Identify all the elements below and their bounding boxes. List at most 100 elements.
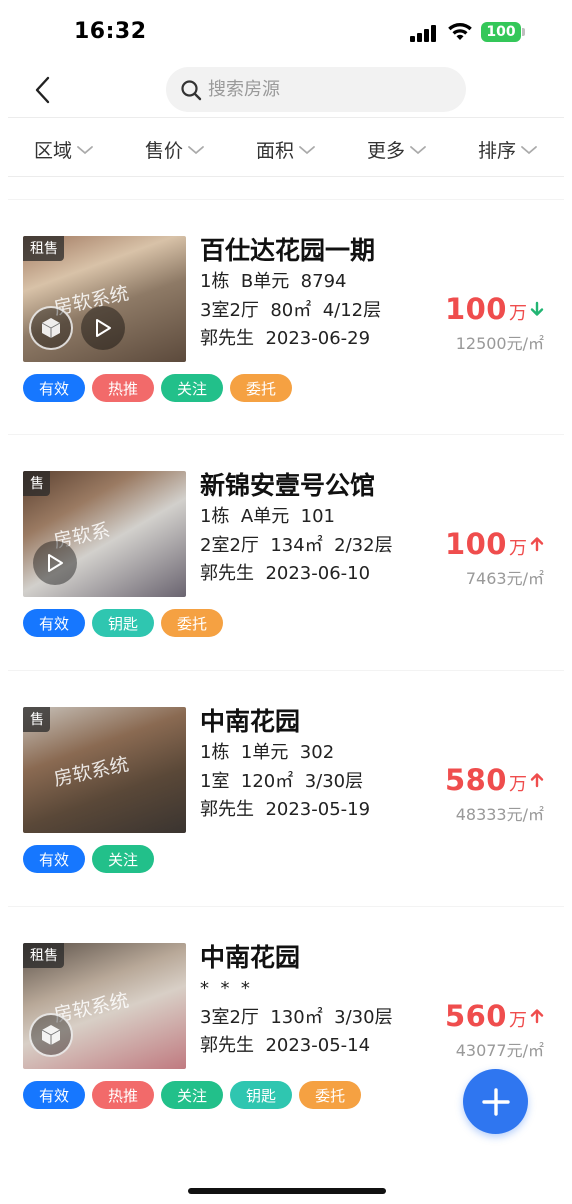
tag-hot[interactable]: 热推 xyxy=(92,1081,155,1109)
plus-icon xyxy=(481,1087,510,1116)
listing-card[interactable]: 房软系售新锦安壹号公馆 1栋 A单元 101 2室2厅 134㎡ 2/32层 郭先生 … xyxy=(0,471,572,707)
arrow-up-icon xyxy=(530,1009,544,1024)
listing-type-badge: 租售 xyxy=(23,943,64,968)
divider xyxy=(8,117,564,118)
filter-bar: 区域 售价 面积 更多 排序 xyxy=(0,120,572,176)
filter-label: 面积 xyxy=(256,140,295,162)
tag-follow[interactable]: 关注 xyxy=(161,374,224,402)
tag-valid[interactable]: 有效 xyxy=(23,374,86,402)
status-time: 16:32 xyxy=(74,19,147,44)
price-block: 100 万 12500元/㎡ xyxy=(404,292,544,354)
listing-card[interactable]: 房软系统售中南花园 1栋 1单元 302 1室 120㎡ 3/30层 郭先生 2023… xyxy=(0,707,572,943)
price-block: 100 万 7463元/㎡ xyxy=(404,527,544,589)
divider xyxy=(8,176,564,177)
price-value: 580 xyxy=(444,763,507,797)
listing-tags: 有效 关注 xyxy=(23,845,155,873)
chevron-down-icon xyxy=(188,145,204,154)
listing-separator xyxy=(8,434,564,435)
total-price: 100 万 xyxy=(404,292,544,326)
listing-title: 百仕达花园一期 xyxy=(200,236,376,265)
price-value: 560 xyxy=(444,999,507,1033)
filter-label: 排序 xyxy=(478,140,517,162)
listing-type-badge: 售 xyxy=(23,707,50,732)
price-value: 100 xyxy=(444,527,507,561)
price-unit: 万 xyxy=(509,1010,527,1031)
add-listing-button[interactable] xyxy=(463,1069,528,1134)
listing-separator xyxy=(8,670,564,671)
price-unit: 万 xyxy=(509,538,527,559)
price-unit: 万 xyxy=(509,774,527,795)
tag-key[interactable]: 钥匙 xyxy=(92,609,155,637)
listing-title: 中南花园 xyxy=(200,943,301,972)
tag-follow[interactable]: 关注 xyxy=(92,845,155,873)
listing-tags: 有效 热推 关注 钥匙 委托 xyxy=(23,1081,362,1109)
tag-entrust[interactable]: 委托 xyxy=(299,1081,362,1109)
filter-sort[interactable]: 排序 xyxy=(478,136,538,163)
listing-card[interactable]: 房软系统 租售 中南花园 * * * 3室2厅 130㎡ 3/30层 郭先生 2023-0… xyxy=(0,943,572,1179)
listing-photo[interactable]: 房软系统 租售 xyxy=(23,236,186,362)
listing-type-badge: 售 xyxy=(23,471,50,496)
chevron-left-icon xyxy=(35,76,50,104)
home-indicator xyxy=(188,1188,386,1194)
filter-region[interactable]: 区域 xyxy=(34,136,94,163)
tag-key[interactable]: 钥匙 xyxy=(230,1081,293,1109)
battery-indicator: 100 xyxy=(481,22,521,42)
chevron-down-icon xyxy=(299,145,315,154)
unit-price: 48333元/㎡ xyxy=(455,805,544,824)
tag-entrust[interactable]: 委托 xyxy=(161,609,224,637)
unit-price: 43077元/㎡ xyxy=(455,1041,544,1060)
listing-photo[interactable]: 房软系统售 xyxy=(23,707,186,833)
tag-hot[interactable]: 热推 xyxy=(92,374,155,402)
total-price: 580 万 xyxy=(404,763,544,797)
search-icon xyxy=(181,79,202,100)
listing-title: 中南花园 xyxy=(200,707,301,736)
video-play-icon[interactable] xyxy=(81,306,125,350)
battery-tip xyxy=(522,28,525,36)
listing-type-badge: 租售 xyxy=(23,236,64,261)
search-input[interactable] xyxy=(208,79,448,100)
play-icon xyxy=(96,319,111,337)
listing-tags: 有效 钥匙 委托 xyxy=(23,609,224,637)
filter-more[interactable]: 更多 xyxy=(367,136,427,163)
total-price: 100 万 xyxy=(404,527,544,561)
listing-photo[interactable]: 房软系售 xyxy=(23,471,186,597)
tag-valid[interactable]: 有效 xyxy=(23,1081,86,1109)
unit-price: 12500元/㎡ xyxy=(455,334,544,353)
back-button[interactable] xyxy=(24,70,60,110)
vr-view-icon[interactable] xyxy=(29,1013,73,1057)
listing-tags: 有效 热推 关注 委托 xyxy=(23,374,293,402)
listing-separator xyxy=(8,906,564,907)
listing-card[interactable]: 房软系统 租售 百仕达花园一期 1栋 B单元 8794 3室2厅 80㎡ 4/12层 郭先… xyxy=(0,236,572,472)
filter-area[interactable]: 面积 xyxy=(256,136,316,163)
cube-icon xyxy=(41,318,61,338)
tag-follow[interactable]: 关注 xyxy=(161,1081,224,1109)
video-play-icon[interactable] xyxy=(33,541,77,585)
filter-price[interactable]: 售价 xyxy=(145,136,205,163)
listing-photo[interactable]: 房软系统 租售 xyxy=(23,943,186,1069)
tag-entrust[interactable]: 委托 xyxy=(230,374,293,402)
arrow-up-icon xyxy=(530,537,544,552)
tag-valid[interactable]: 有效 xyxy=(23,845,86,873)
price-unit: 万 xyxy=(509,303,527,324)
filter-label: 更多 xyxy=(367,140,406,162)
chevron-down-icon xyxy=(521,145,537,154)
vr-view-icon[interactable] xyxy=(29,306,73,350)
play-icon xyxy=(48,554,63,572)
listing-separator xyxy=(8,199,564,200)
unit-price: 7463元/㎡ xyxy=(465,569,544,588)
price-block: 560 万 43077元/㎡ xyxy=(404,999,544,1061)
price-block: 580 万 48333元/㎡ xyxy=(404,763,544,825)
chevron-down-icon xyxy=(410,145,426,154)
tag-valid[interactable]: 有效 xyxy=(23,609,86,637)
cellular-signal-icon xyxy=(410,24,438,42)
filter-label: 区域 xyxy=(34,140,73,162)
arrow-down-icon xyxy=(530,301,544,316)
arrow-up-icon xyxy=(530,773,544,788)
status-bar: 16:32 100 xyxy=(0,0,572,64)
chevron-down-icon xyxy=(77,145,93,154)
listing-title: 新锦安壹号公馆 xyxy=(200,471,376,500)
filter-label: 售价 xyxy=(145,140,184,162)
search-bar[interactable] xyxy=(166,67,466,112)
price-value: 100 xyxy=(444,292,507,326)
cube-icon xyxy=(41,1025,61,1045)
